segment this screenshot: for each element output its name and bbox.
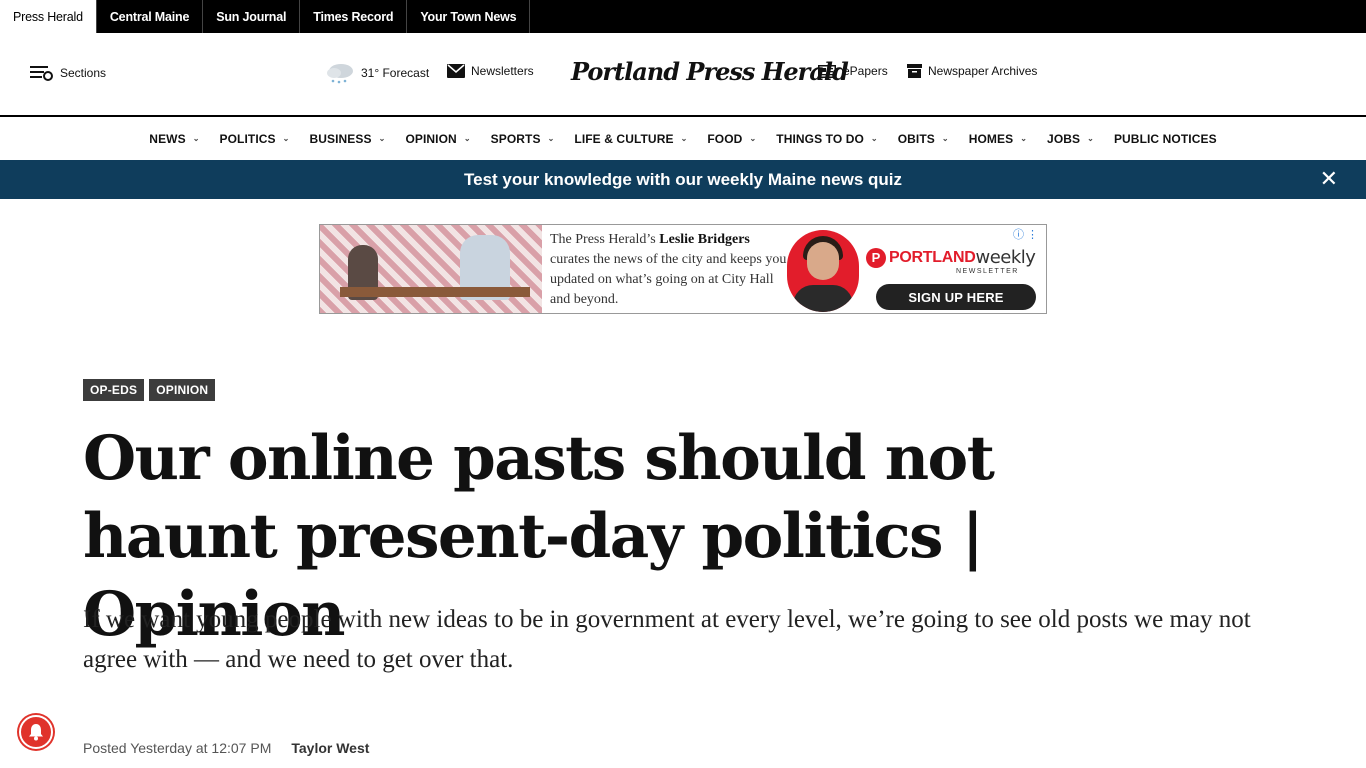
newspaper-archives-link[interactable]: Newspaper Archives: [907, 64, 1037, 78]
epapers-label: ePapers: [843, 64, 888, 78]
forecast-link[interactable]: 31° Forecast: [325, 61, 429, 85]
ad-copy-name: Leslie Bridgers: [659, 232, 750, 247]
nav-item-politics[interactable]: POLITICS ⌄: [220, 132, 290, 146]
chevron-down-icon: ⌄: [463, 134, 471, 143]
site-tab-your-town-news[interactable]: Your Town News: [407, 0, 531, 33]
article-byline: Posted Yesterday at 12:07 PM Taylor West: [83, 740, 369, 756]
sections-menu-icon: [30, 66, 53, 81]
site-switcher-bar: Press Herald Central Maine Sun Journal T…: [0, 0, 1366, 33]
ad-photo-table: [340, 287, 530, 297]
tag-op-eds[interactable]: OP-EDS: [83, 379, 145, 401]
posted-time: Posted Yesterday at 12:07 PM: [83, 740, 272, 756]
site-tab-sun-journal[interactable]: Sun Journal: [203, 0, 301, 33]
author-link[interactable]: Taylor West: [291, 740, 369, 756]
nav-item-opinion[interactable]: OPINION ⌄: [405, 132, 470, 146]
site-tab-press-herald[interactable]: Press Herald: [0, 0, 97, 33]
promo-banner: Test your knowledge with our weekly Main…: [0, 160, 1366, 199]
article-tags: OP-EDS OPINION: [83, 379, 220, 401]
envelope-icon: [447, 64, 465, 78]
chevron-down-icon: ⌄: [749, 134, 757, 143]
nav-item-business[interactable]: BUSINESS ⌄: [309, 132, 385, 146]
site-tab-times-record[interactable]: Times Record: [300, 0, 408, 33]
bell-icon: [29, 724, 43, 741]
nav-item-obits[interactable]: OBITS ⌄: [898, 132, 949, 146]
site-header: Sections 31° Forecast Newsletters Portla…: [0, 33, 1366, 117]
chevron-down-icon: ⌄: [680, 134, 688, 143]
close-icon[interactable]: ✕: [1320, 168, 1338, 190]
nav-item-food[interactable]: FOOD ⌄: [707, 132, 756, 146]
ad-brand-logo: P PORTLAND weekly: [866, 247, 1036, 268]
tag-opinion[interactable]: OPINION: [149, 379, 216, 401]
site-tab-central-maine[interactable]: Central Maine: [97, 0, 204, 33]
ad-copy: The Press Herald’s Leslie Bridgers curat…: [550, 232, 787, 307]
nav-item-news[interactable]: NEWS ⌄: [149, 132, 199, 146]
chevron-down-icon: ⌄: [378, 134, 386, 143]
chevron-down-icon: ⌄: [870, 134, 878, 143]
nav-item-jobs[interactable]: JOBS ⌄: [1047, 132, 1094, 146]
article-dek: If we want young people with new ideas t…: [83, 606, 1251, 673]
site-logo[interactable]: Portland Press Herald: [571, 57, 849, 86]
nav-item-life-culture[interactable]: LIFE & CULTURE ⌄: [574, 132, 687, 146]
advertisement[interactable]: The Press Herald’s Leslie Bridgers curat…: [319, 224, 1047, 314]
chevron-down-icon: ⌄: [1087, 134, 1094, 143]
newspaper-icon: [818, 64, 836, 78]
sections-menu-button[interactable]: Sections: [30, 65, 106, 81]
epapers-link[interactable]: ePapers: [818, 64, 888, 78]
ad-brand-mark: P: [866, 247, 886, 268]
sections-label: Sections: [60, 66, 107, 80]
chevron-down-icon: ⌄: [192, 134, 200, 143]
chevron-down-icon: ⌄: [282, 134, 290, 143]
ad-portrait: [787, 230, 859, 312]
nav-item-things-to-do[interactable]: THINGS TO DO ⌄: [776, 132, 877, 146]
chevron-down-icon: ⌄: [1020, 134, 1028, 143]
chevron-down-icon: ⌄: [547, 134, 555, 143]
newsletters-link[interactable]: Newsletters: [447, 64, 534, 78]
main-navigation: NEWS ⌄ POLITICS ⌄ BUSINESS ⌄ OPINION ⌄ SPORT…: [0, 117, 1366, 160]
archives-label: Newspaper Archives: [928, 64, 1038, 78]
notification-bell-button[interactable]: [19, 715, 53, 749]
promo-banner-link[interactable]: Test your knowledge with our weekly Main…: [464, 170, 902, 190]
nav-item-public-notices[interactable]: PUBLIC NOTICES: [1114, 132, 1217, 146]
snow-cloud-icon: [327, 64, 353, 84]
ad-info-icon[interactable]: ⓘ ⋮: [1013, 226, 1038, 242]
nav-item-sports[interactable]: SPORTS ⌄: [491, 132, 555, 146]
forecast-label: 31° Forecast: [361, 66, 430, 80]
archive-box-icon: [907, 64, 922, 78]
ad-brand-sub: NEWSLETTER: [956, 268, 1019, 275]
nav-item-homes[interactable]: HOMES ⌄: [969, 132, 1027, 146]
ad-photo: [320, 225, 542, 313]
newsletters-label: Newsletters: [471, 64, 534, 78]
ad-signup-button[interactable]: SIGN UP HERE: [876, 284, 1036, 310]
chevron-down-icon: ⌄: [941, 134, 949, 143]
